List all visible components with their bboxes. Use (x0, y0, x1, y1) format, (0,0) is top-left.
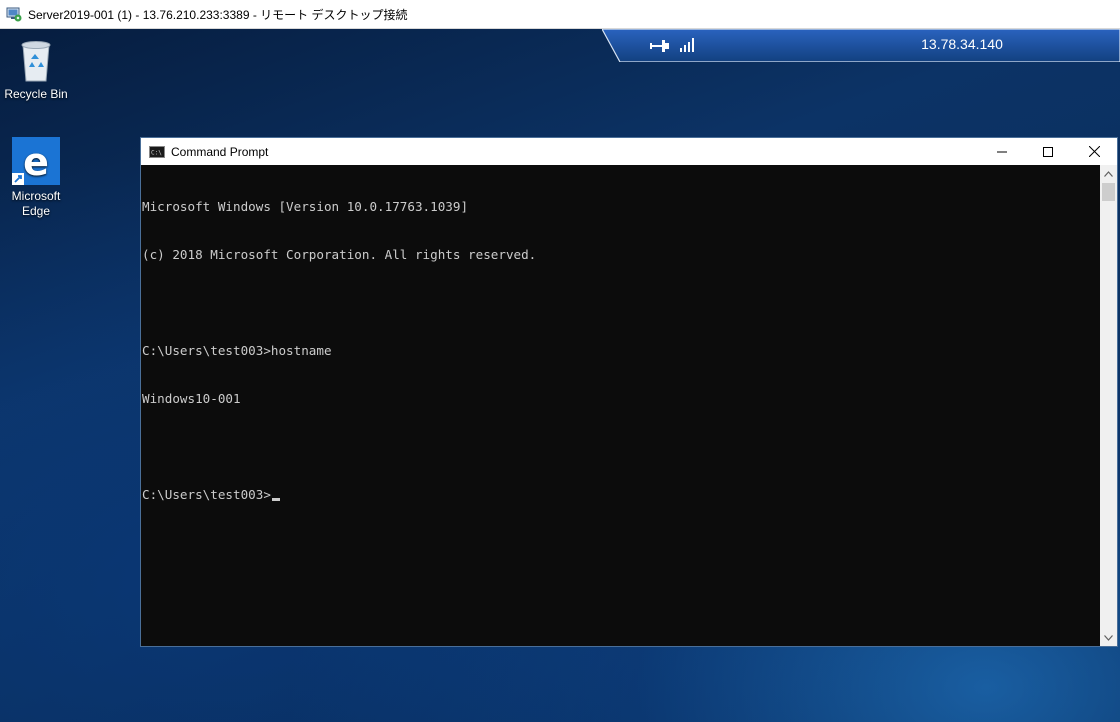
connection-bar[interactable]: 13.78.34.140 (602, 29, 1120, 62)
maximize-icon (1043, 146, 1053, 157)
remote-desktop-area[interactable]: 13.78.34.140 Recycle Bin e Microsoft Edg… (0, 29, 1120, 722)
rdp-window-titlebar[interactable]: Server2019-001 (1) - 13.76.210.233:3389 … (0, 0, 1120, 29)
remote-desktop-icon (6, 7, 22, 22)
recycle-bin-label: Recycle Bin (4, 87, 68, 101)
edge-label-line2: Edge (21, 204, 51, 218)
close-button[interactable] (1071, 138, 1117, 165)
scroll-up-button[interactable] (1100, 165, 1117, 182)
console-prompt: C:\Users\test003> (142, 487, 271, 502)
maximize-button[interactable] (1025, 138, 1071, 165)
console-output[interactable]: Microsoft Windows [Version 10.0.17763.10… (141, 165, 1100, 646)
console-line: C:\Users\test003>hostname (142, 343, 332, 358)
edge-icon: e (12, 137, 60, 185)
pin-icon[interactable] (649, 36, 671, 56)
text-cursor (271, 498, 280, 501)
chevron-up-icon (1104, 170, 1113, 177)
scroll-down-button[interactable] (1100, 629, 1117, 646)
close-icon (1088, 146, 1100, 157)
desktop-icon-microsoft-edge[interactable]: e Microsoft Edge (0, 137, 72, 219)
cmd-icon: C:\ (149, 145, 165, 158)
svg-text:e: e (23, 140, 49, 184)
connection-ip-address: 13.78.34.140 (921, 36, 1003, 52)
console-line: Windows10-001 (142, 391, 241, 406)
command-prompt-titlebar[interactable]: C:\ Command Prompt (141, 138, 1117, 165)
edge-label-line1: Microsoft (11, 189, 61, 203)
minimize-button[interactable] (979, 138, 1025, 165)
command-prompt-window[interactable]: C:\ Command Prompt Microsoft Windows [Ve… (140, 137, 1118, 647)
recycle-bin-icon (21, 41, 51, 82)
console-line: Microsoft Windows [Version 10.0.17763.10… (142, 199, 469, 214)
vertical-scrollbar[interactable] (1100, 165, 1117, 646)
desktop-icon-recycle-bin[interactable]: Recycle Bin (0, 37, 72, 102)
signal-strength-icon[interactable] (679, 36, 697, 52)
command-prompt-title: Command Prompt (171, 144, 269, 159)
console-prompt-line[interactable]: C:\Users\test003> (142, 487, 1100, 503)
scrollbar-thumb[interactable] (1102, 183, 1115, 201)
minimize-icon (997, 151, 1007, 152)
rdp-window-title: Server2019-001 (1) - 13.76.210.233:3389 … (28, 7, 408, 22)
console-line: (c) 2018 Microsoft Corporation. All righ… (142, 247, 537, 262)
svg-text:C:\: C:\ (151, 149, 162, 156)
chevron-down-icon (1104, 634, 1113, 641)
